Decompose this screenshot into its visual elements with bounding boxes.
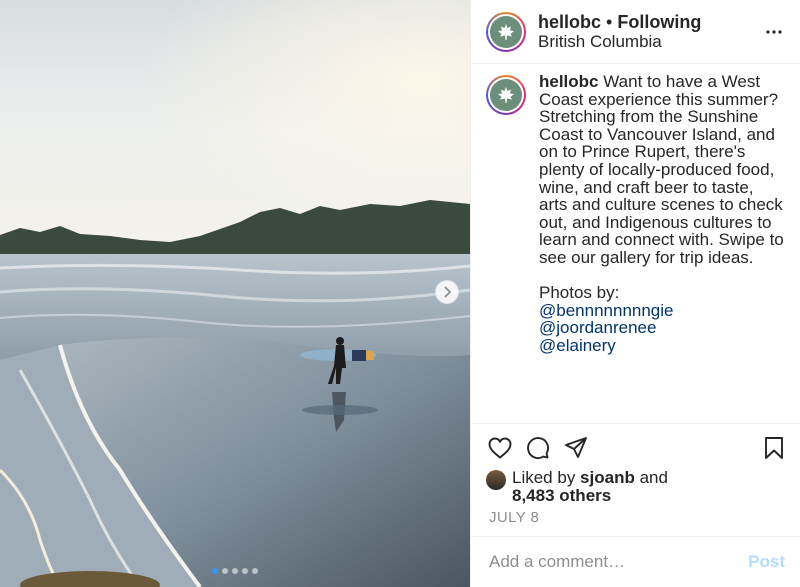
caption-body: Want to have a West Coast experience thi… bbox=[539, 72, 789, 267]
chevron-right-icon bbox=[444, 286, 452, 298]
surfer-beach-photo bbox=[0, 0, 470, 587]
divider bbox=[471, 423, 800, 424]
liker-username[interactable]: sjoanb bbox=[580, 468, 635, 487]
comment-icon bbox=[527, 437, 550, 460]
post-location[interactable]: British Columbia bbox=[538, 32, 760, 52]
liked-by-prefix: Liked by bbox=[512, 468, 581, 487]
carousel-dot bbox=[242, 568, 248, 574]
mention-link[interactable]: @elainery bbox=[539, 337, 786, 355]
heart-icon bbox=[488, 437, 512, 459]
likes-count-link[interactable]: 8,483 others bbox=[512, 486, 611, 505]
post-header: hellobc • Following British Columbia bbox=[471, 0, 800, 64]
carousel-dot bbox=[212, 568, 218, 574]
next-slide-button[interactable] bbox=[435, 280, 459, 304]
header-separator: • bbox=[601, 11, 618, 32]
caption-comment: hellobc Want to have a West Coast experi… bbox=[486, 73, 786, 355]
carousel-dot bbox=[222, 568, 228, 574]
action-bar bbox=[486, 434, 788, 462]
post-sidebar: hellobc • Following British Columbia hel… bbox=[470, 0, 800, 587]
likes-summary: Liked by sjoanb and 8,483 others bbox=[486, 469, 668, 505]
caption-avatar[interactable] bbox=[486, 75, 526, 115]
maple-leaf-logo-icon bbox=[498, 23, 514, 40]
post-comment-button[interactable]: Post bbox=[748, 552, 785, 572]
carousel-indicators bbox=[0, 568, 470, 574]
comment-input[interactable] bbox=[489, 552, 749, 572]
author-avatar[interactable] bbox=[486, 11, 526, 52]
post-date[interactable]: JULY 8 bbox=[489, 509, 539, 526]
more-options-icon bbox=[766, 29, 782, 34]
carousel-dot bbox=[252, 568, 258, 574]
caption-text: hellobc Want to have a West Coast experi… bbox=[539, 73, 786, 355]
comment-bar: Post bbox=[471, 536, 800, 587]
carousel-dot bbox=[232, 568, 238, 574]
share-icon bbox=[565, 437, 587, 458]
comment-button[interactable] bbox=[524, 434, 552, 462]
post-photo[interactable] bbox=[0, 0, 470, 587]
caption-scroll-area[interactable]: hellobc Want to have a West Coast experi… bbox=[471, 65, 800, 423]
like-button[interactable] bbox=[486, 434, 514, 462]
author-username[interactable]: hellobc bbox=[538, 12, 601, 32]
instagram-post: hellobc • Following British Columbia hel… bbox=[0, 0, 800, 587]
following-button[interactable]: Following bbox=[617, 12, 701, 32]
liked-by-middle: and bbox=[634, 468, 668, 487]
mention-link[interactable]: @joordanrenee bbox=[539, 319, 786, 337]
photos-by-label: Photos by: bbox=[539, 283, 620, 303]
liker-avatar[interactable] bbox=[486, 470, 506, 490]
mention-link[interactable]: @bennnnnnnngie bbox=[539, 302, 786, 320]
caption-username[interactable]: hellobc bbox=[539, 72, 599, 91]
bookmark-icon bbox=[765, 437, 783, 459]
share-button[interactable] bbox=[562, 434, 590, 462]
maple-leaf-logo-icon bbox=[498, 87, 514, 103]
save-button[interactable] bbox=[760, 434, 788, 462]
more-options-button[interactable] bbox=[760, 18, 788, 46]
